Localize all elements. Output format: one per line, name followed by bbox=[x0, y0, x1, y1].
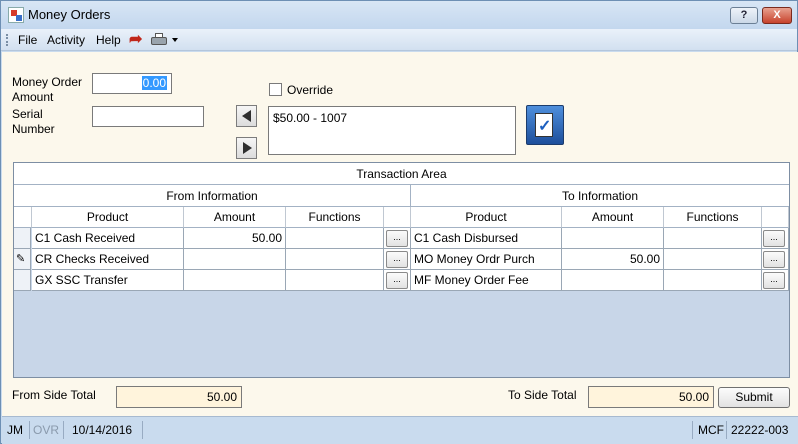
from-side-total-field: 50.00 bbox=[116, 386, 242, 408]
status-bar: JM OVR 10/14/2016 MCF 22222-003 bbox=[2, 416, 798, 444]
to-functions-cell[interactable] bbox=[664, 228, 762, 249]
from-side-total-label: From Side Total bbox=[12, 388, 96, 402]
to-amount-cell[interactable] bbox=[562, 228, 664, 249]
menu-bar: File Activity Help ➦ bbox=[1, 29, 797, 51]
app-icon bbox=[8, 7, 24, 23]
to-ellipsis-header bbox=[762, 207, 789, 228]
from-ellipsis-button[interactable]: ... bbox=[386, 230, 408, 247]
printer-icon[interactable] bbox=[151, 33, 171, 47]
status-mcf: MCF bbox=[698, 423, 724, 437]
serial-number-label-line1: Serial bbox=[12, 107, 43, 121]
help-button[interactable]: ? bbox=[730, 7, 758, 24]
money-order-listbox[interactable]: $50.00 - 1007 bbox=[268, 106, 516, 155]
serial-number-input[interactable] bbox=[92, 106, 204, 127]
from-functions-cell[interactable] bbox=[286, 270, 384, 291]
status-date: 10/14/2016 bbox=[72, 423, 133, 437]
print-dropdown-arrow-icon[interactable] bbox=[172, 38, 178, 42]
to-product-cell[interactable]: MF Money Order Fee bbox=[411, 270, 562, 291]
override-checkbox[interactable] bbox=[269, 83, 282, 96]
money-order-amount-label-line2: Amount bbox=[12, 90, 54, 104]
toolbar-grip-icon bbox=[6, 34, 9, 46]
status-ovr: OVR bbox=[33, 423, 60, 437]
from-product-cell[interactable]: C1 Cash Received bbox=[32, 228, 184, 249]
submit-button[interactable]: Submit bbox=[718, 387, 790, 408]
to-side-total-field: 50.00 bbox=[588, 386, 714, 408]
grid-caption: Transaction Area bbox=[14, 163, 789, 185]
to-product-cell[interactable]: MO Money Ordr Purch bbox=[411, 249, 562, 270]
redo-arrow-icon[interactable]: ➦ bbox=[129, 32, 147, 48]
from-ellipsis-button[interactable]: ... bbox=[386, 272, 408, 289]
to-amount-cell[interactable]: 50.00 bbox=[562, 249, 664, 270]
to-amount-cell[interactable] bbox=[562, 270, 664, 291]
from-amount-cell[interactable] bbox=[184, 249, 286, 270]
status-code: 22222-003 bbox=[731, 423, 789, 437]
from-functions-header: Functions bbox=[286, 207, 384, 228]
arrow-right-icon bbox=[243, 142, 252, 154]
to-ellipsis-button[interactable]: ... bbox=[763, 272, 785, 289]
override-label: Override bbox=[287, 83, 334, 97]
amount-value: 0.00 bbox=[141, 76, 167, 90]
status-user: JM bbox=[7, 423, 23, 437]
approve-button[interactable]: ✓ bbox=[526, 105, 564, 145]
from-amount-cell[interactable] bbox=[184, 270, 286, 291]
from-ellipsis-header bbox=[384, 207, 411, 228]
money-orders-window: Money Orders ? X File Activity Help ➦ Mo… bbox=[0, 0, 798, 444]
close-button[interactable]: X bbox=[762, 7, 792, 24]
from-product-header: Product bbox=[32, 207, 184, 228]
to-ellipsis-button[interactable]: ... bbox=[763, 230, 785, 247]
money-order-form: Money Order Amount 0.00 Serial Number Ov… bbox=[2, 52, 798, 416]
window-title: Money Orders bbox=[28, 7, 111, 22]
from-product-cell[interactable]: CR Checks Received bbox=[32, 249, 184, 270]
to-product-header: Product bbox=[411, 207, 562, 228]
transaction-grid: Transaction Area From Information To Inf… bbox=[13, 162, 790, 378]
row-selector[interactable] bbox=[14, 228, 31, 249]
menu-file[interactable]: File bbox=[18, 33, 37, 47]
to-amount-header: Amount bbox=[562, 207, 664, 228]
from-information-header: From Information bbox=[14, 185, 411, 207]
to-functions-cell[interactable] bbox=[664, 249, 762, 270]
from-amount-cell[interactable]: 50.00 bbox=[184, 228, 286, 249]
money-order-amount-input[interactable]: 0.00 bbox=[92, 73, 172, 94]
previous-button[interactable] bbox=[236, 105, 257, 127]
menu-help[interactable]: Help bbox=[96, 33, 121, 47]
from-functions-cell[interactable] bbox=[286, 249, 384, 270]
from-ellipsis-button[interactable]: ... bbox=[386, 251, 408, 268]
to-functions-cell[interactable] bbox=[664, 270, 762, 291]
row-selector[interactable] bbox=[14, 270, 31, 291]
menu-activity[interactable]: Activity bbox=[47, 33, 85, 47]
row-selector-header bbox=[14, 207, 32, 228]
pencil-icon: ✎ bbox=[16, 253, 26, 265]
arrow-left-icon bbox=[242, 110, 251, 122]
to-product-cell[interactable]: C1 Cash Disbursed bbox=[411, 228, 562, 249]
to-information-header: To Information bbox=[411, 185, 789, 207]
to-ellipsis-button[interactable]: ... bbox=[763, 251, 785, 268]
list-item[interactable]: $50.00 - 1007 bbox=[273, 111, 511, 125]
to-side-total-label: To Side Total bbox=[508, 388, 577, 402]
row-selector[interactable]: ✎ bbox=[14, 249, 31, 270]
from-product-cell[interactable]: GX SSC Transfer bbox=[32, 270, 184, 291]
serial-number-label-line2: Number bbox=[12, 122, 55, 136]
money-order-amount-label-line1: Money Order bbox=[12, 75, 83, 89]
to-functions-header: Functions bbox=[664, 207, 762, 228]
from-amount-header: Amount bbox=[184, 207, 286, 228]
next-button[interactable] bbox=[236, 137, 257, 159]
from-functions-cell[interactable] bbox=[286, 228, 384, 249]
title-bar: Money Orders ? X bbox=[1, 1, 797, 29]
